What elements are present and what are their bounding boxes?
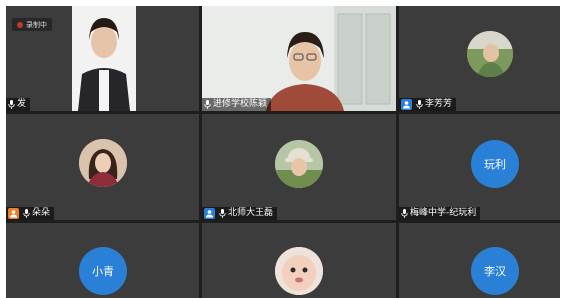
- participant-name: 北师大王磊: [228, 208, 274, 218]
- participant-name-label: 梅峰中学-纪玩利: [399, 207, 481, 220]
- participant-video: [202, 6, 396, 111]
- participant-photo: [467, 31, 513, 77]
- participant-avatar: 小青: [79, 247, 127, 295]
- person-badge-icon: [204, 208, 215, 219]
- participant-avatar: [275, 140, 323, 188]
- participant-photo: [275, 247, 323, 295]
- participant-tile-chenying[interactable]: 进修学校陈颖: [202, 6, 396, 111]
- avatar-initial: 小青: [92, 265, 114, 278]
- microphone-icon: [23, 209, 30, 218]
- participant-avatar: [275, 247, 323, 295]
- recording-label: 录制中: [26, 20, 47, 29]
- video-grid: 录制中 发 进修学校陈颖 李芳芳 朵朵 北师大王磊 玩利 梅峰中学-纪玩利 小青…: [6, 6, 560, 298]
- participant-video: [72, 6, 136, 111]
- recording-indicator: 录制中: [12, 18, 52, 31]
- participant-tile-wanglei[interactable]: 北师大王磊: [202, 114, 396, 220]
- participant-name: 李芳芳: [425, 99, 453, 109]
- participant-tile-duoduo[interactable]: 朵朵: [6, 114, 199, 220]
- participant-avatar: 李汉: [471, 247, 519, 295]
- participant-name: 朵朵: [32, 208, 51, 218]
- participant-tile-fa[interactable]: 录制中 发: [6, 6, 199, 111]
- participant-name-label: 李芳芳: [399, 98, 457, 111]
- participant-name-label: 北师大王磊: [202, 207, 278, 220]
- microphone-icon: [8, 100, 15, 109]
- participant-video-frame: [72, 6, 136, 111]
- participant-tile-photo[interactable]: [202, 223, 396, 298]
- participant-name-label: 发: [6, 98, 31, 111]
- participant-avatar: [79, 139, 127, 187]
- participant-tile-lihan[interactable]: 李汉: [399, 223, 560, 298]
- participant-avatar: [467, 31, 513, 77]
- participant-tile-xiaoqing[interactable]: 小青: [6, 223, 199, 298]
- participant-tile-jiwanli[interactable]: 玩利 梅峰中学-纪玩利: [399, 114, 560, 220]
- participant-name: 进修学校陈颖: [213, 99, 268, 109]
- participant-tile-lifangfang[interactable]: 李芳芳: [399, 6, 560, 111]
- participant-name: 梅峰中学-纪玩利: [410, 208, 477, 218]
- microphone-icon: [219, 209, 226, 218]
- record-dot-icon: [17, 21, 23, 28]
- person-badge-icon: [8, 208, 19, 219]
- participant-photo: [79, 139, 127, 187]
- participant-name-label: 进修学校陈颖: [202, 98, 272, 111]
- participant-name-label: 朵朵: [6, 207, 55, 220]
- participant-avatar: 玩利: [471, 140, 519, 188]
- microphone-icon: [401, 209, 408, 218]
- microphone-icon: [416, 100, 423, 109]
- avatar-initial: 李汉: [484, 265, 506, 278]
- participant-photo: [275, 140, 323, 188]
- participant-name: 发: [17, 99, 27, 109]
- person-badge-icon: [401, 99, 412, 110]
- microphone-icon: [204, 100, 211, 109]
- avatar-initial: 玩利: [484, 158, 506, 171]
